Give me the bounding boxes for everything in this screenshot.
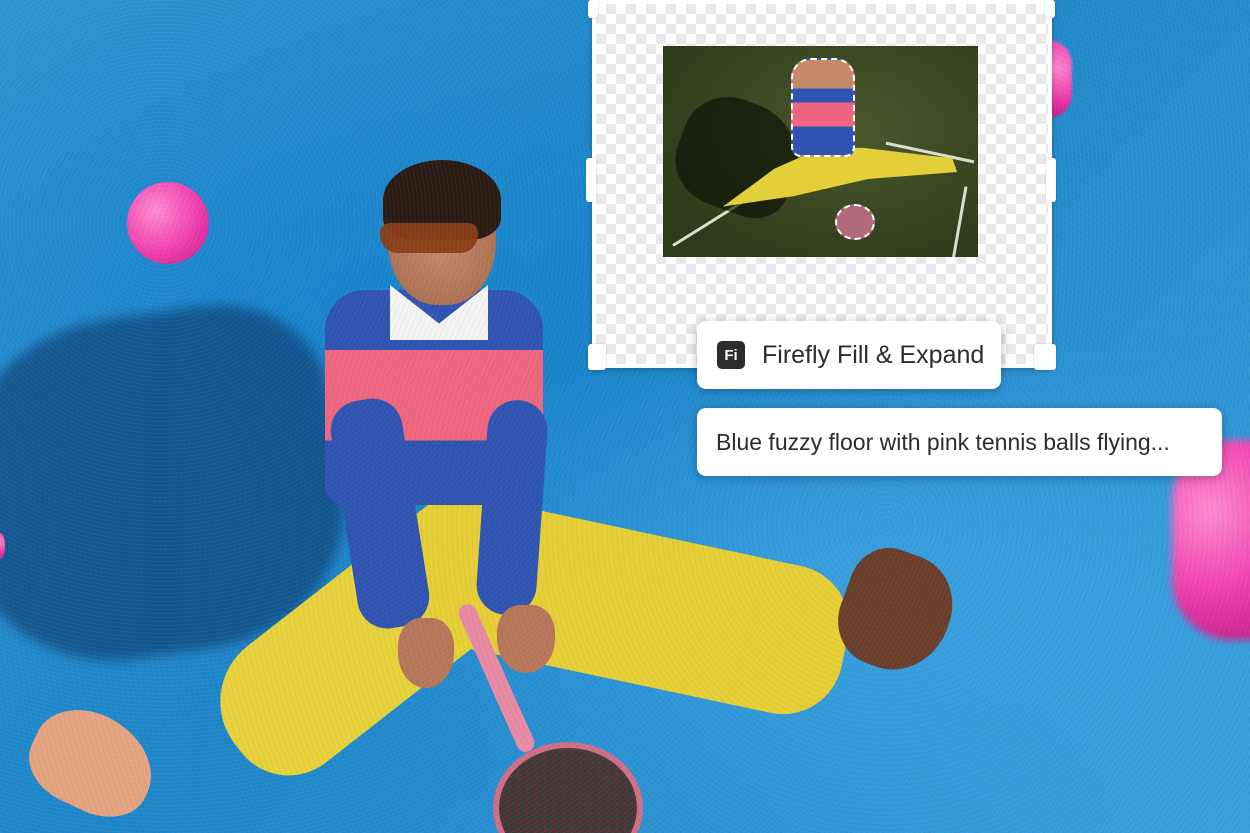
resize-handle-bottom-left[interactable]	[588, 344, 606, 370]
resize-handle-bottom-right[interactable]	[1034, 344, 1056, 370]
resize-handle-top-left[interactable]	[588, 0, 598, 18]
firefly-icon: Fi	[717, 341, 745, 369]
subject-selection-body	[791, 58, 855, 157]
court-line	[951, 186, 968, 257]
sunglasses	[380, 223, 478, 253]
racket-head	[493, 742, 643, 833]
right-hand	[497, 605, 555, 673]
left-shoe	[15, 693, 170, 832]
prompt-input[interactable]: Blue fuzzy floor with pink tennis balls …	[697, 408, 1222, 476]
prompt-text: Blue fuzzy floor with pink tennis balls …	[716, 428, 1170, 455]
firefly-fill-expand-button[interactable]: Fi Firefly Fill & Expand	[697, 321, 1001, 389]
resize-handle-right[interactable]	[1046, 158, 1056, 202]
resize-handle-left[interactable]	[586, 158, 596, 202]
original-image-preview	[663, 46, 978, 257]
resize-handle-top-right[interactable]	[1045, 0, 1055, 18]
firefly-fill-expand-label: Firefly Fill & Expand	[762, 340, 985, 369]
right-leg	[388, 485, 861, 726]
left-hand	[398, 618, 454, 688]
subject-selection-racket	[835, 204, 875, 240]
right-shoe	[825, 537, 967, 685]
